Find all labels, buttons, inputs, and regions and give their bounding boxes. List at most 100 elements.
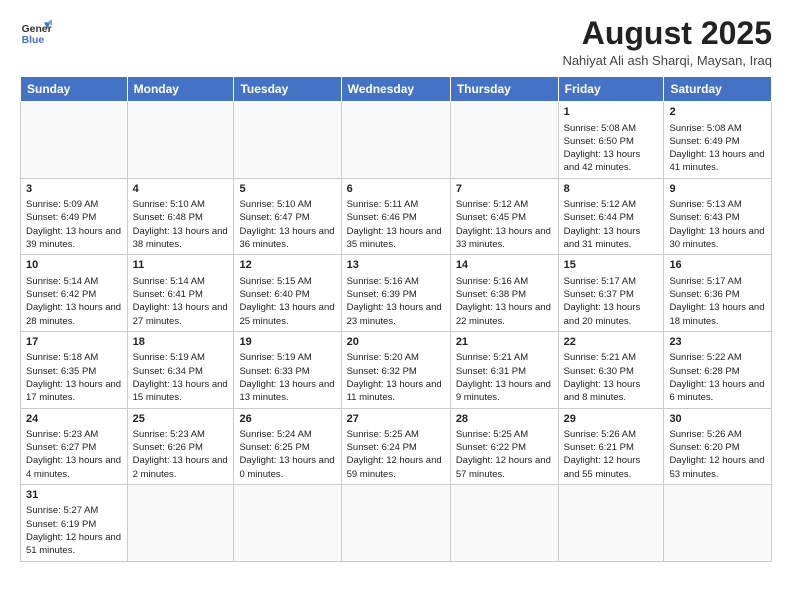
day-info: Sunrise: 5:09 AM <box>26 198 122 211</box>
calendar-cell: 6Sunrise: 5:11 AMSunset: 6:46 PMDaylight… <box>341 178 450 255</box>
day-number: 10 <box>26 258 122 273</box>
day-info: Sunset: 6:22 PM <box>456 441 553 454</box>
day-number: 27 <box>347 412 445 427</box>
calendar-cell: 22Sunrise: 5:21 AMSunset: 6:30 PMDayligh… <box>558 331 664 408</box>
day-number: 30 <box>669 412 766 427</box>
day-number: 31 <box>26 488 122 503</box>
day-info: Sunrise: 5:25 AM <box>347 428 445 441</box>
day-info: Daylight: 13 hours and 0 minutes. <box>239 454 335 481</box>
svg-text:Blue: Blue <box>22 35 45 46</box>
day-info: Sunset: 6:40 PM <box>239 288 335 301</box>
day-info: Sunrise: 5:10 AM <box>133 198 229 211</box>
day-number: 7 <box>456 182 553 197</box>
day-number: 17 <box>26 335 122 350</box>
day-number: 24 <box>26 412 122 427</box>
day-info: Daylight: 13 hours and 30 minutes. <box>669 225 766 252</box>
day-number: 21 <box>456 335 553 350</box>
day-info: Sunset: 6:35 PM <box>26 365 122 378</box>
day-info: Daylight: 13 hours and 41 minutes. <box>669 148 766 175</box>
day-number: 1 <box>564 105 659 120</box>
header-row: SundayMondayTuesdayWednesdayThursdayFrid… <box>21 77 772 102</box>
day-info: Daylight: 12 hours and 59 minutes. <box>347 454 445 481</box>
week-row-6: 31Sunrise: 5:27 AMSunset: 6:19 PMDayligh… <box>21 485 772 562</box>
day-number: 29 <box>564 412 659 427</box>
calendar-cell: 10Sunrise: 5:14 AMSunset: 6:42 PMDayligh… <box>21 255 128 332</box>
day-info: Sunset: 6:26 PM <box>133 441 229 454</box>
day-info: Daylight: 12 hours and 57 minutes. <box>456 454 553 481</box>
day-info: Daylight: 13 hours and 28 minutes. <box>26 301 122 328</box>
calendar-cell: 16Sunrise: 5:17 AMSunset: 6:36 PMDayligh… <box>664 255 772 332</box>
calendar-cell: 4Sunrise: 5:10 AMSunset: 6:48 PMDaylight… <box>127 178 234 255</box>
day-info: Sunrise: 5:21 AM <box>456 351 553 364</box>
day-info: Sunset: 6:49 PM <box>669 135 766 148</box>
day-info: Daylight: 13 hours and 18 minutes. <box>669 301 766 328</box>
calendar-cell: 14Sunrise: 5:16 AMSunset: 6:38 PMDayligh… <box>450 255 558 332</box>
calendar-cell: 13Sunrise: 5:16 AMSunset: 6:39 PMDayligh… <box>341 255 450 332</box>
day-info: Sunset: 6:27 PM <box>26 441 122 454</box>
day-info: Sunset: 6:44 PM <box>564 211 659 224</box>
day-number: 5 <box>239 182 335 197</box>
day-number: 13 <box>347 258 445 273</box>
day-info: Daylight: 12 hours and 55 minutes. <box>564 454 659 481</box>
day-info: Daylight: 12 hours and 51 minutes. <box>26 531 122 558</box>
day-info: Sunset: 6:32 PM <box>347 365 445 378</box>
calendar-cell: 26Sunrise: 5:24 AMSunset: 6:25 PMDayligh… <box>234 408 341 485</box>
calendar-cell: 9Sunrise: 5:13 AMSunset: 6:43 PMDaylight… <box>664 178 772 255</box>
day-info: Sunset: 6:37 PM <box>564 288 659 301</box>
day-info: Sunrise: 5:16 AM <box>456 275 553 288</box>
day-number: 16 <box>669 258 766 273</box>
calendar-cell: 28Sunrise: 5:25 AMSunset: 6:22 PMDayligh… <box>450 408 558 485</box>
calendar-cell: 3Sunrise: 5:09 AMSunset: 6:49 PMDaylight… <box>21 178 128 255</box>
calendar-table: SundayMondayTuesdayWednesdayThursdayFrid… <box>20 76 772 561</box>
day-info: Daylight: 13 hours and 15 minutes. <box>133 378 229 405</box>
day-info: Sunset: 6:28 PM <box>669 365 766 378</box>
day-info: Sunrise: 5:08 AM <box>564 122 659 135</box>
col-header-monday: Monday <box>127 77 234 102</box>
logo-icon: General Blue <box>20 16 52 48</box>
calendar-cell: 2Sunrise: 5:08 AMSunset: 6:49 PMDaylight… <box>664 102 772 179</box>
day-info: Daylight: 13 hours and 20 minutes. <box>564 301 659 328</box>
day-info: Sunrise: 5:12 AM <box>456 198 553 211</box>
day-info: Sunrise: 5:23 AM <box>133 428 229 441</box>
day-number: 26 <box>239 412 335 427</box>
day-info: Sunrise: 5:19 AM <box>239 351 335 364</box>
day-info: Sunset: 6:45 PM <box>456 211 553 224</box>
day-number: 20 <box>347 335 445 350</box>
calendar-cell: 5Sunrise: 5:10 AMSunset: 6:47 PMDaylight… <box>234 178 341 255</box>
day-info: Daylight: 13 hours and 25 minutes. <box>239 301 335 328</box>
day-info: Sunrise: 5:18 AM <box>26 351 122 364</box>
day-info: Sunset: 6:36 PM <box>669 288 766 301</box>
day-number: 19 <box>239 335 335 350</box>
day-info: Sunrise: 5:11 AM <box>347 198 445 211</box>
day-info: Daylight: 13 hours and 42 minutes. <box>564 148 659 175</box>
day-info: Daylight: 13 hours and 2 minutes. <box>133 454 229 481</box>
week-row-4: 17Sunrise: 5:18 AMSunset: 6:35 PM Dayligh… <box>21 331 772 408</box>
calendar-subtitle: Nahiyat Ali ash Sharqi, Maysan, Iraq <box>562 53 772 68</box>
day-number: 18 <box>133 335 229 350</box>
day-info: Sunset: 6:34 PM <box>133 365 229 378</box>
calendar-cell <box>341 485 450 562</box>
calendar-cell: 31Sunrise: 5:27 AMSunset: 6:19 PMDayligh… <box>21 485 128 562</box>
day-info: Daylight: 13 hours and 31 minutes. <box>564 225 659 252</box>
day-number: 3 <box>26 182 122 197</box>
calendar-cell: 7Sunrise: 5:12 AMSunset: 6:45 PMDaylight… <box>450 178 558 255</box>
page: General Blue August 2025 Nahiyat Ali ash… <box>0 0 792 572</box>
day-info: Sunrise: 5:23 AM <box>26 428 122 441</box>
day-number: 8 <box>564 182 659 197</box>
day-info: Sunset: 6:30 PM <box>564 365 659 378</box>
calendar-cell <box>234 102 341 179</box>
calendar-cell: 17Sunrise: 5:18 AMSunset: 6:35 PMDayligh… <box>21 331 128 408</box>
week-row-5: 24Sunrise: 5:23 AMSunset: 6:27 PMDayligh… <box>21 408 772 485</box>
week-row-3: 10Sunrise: 5:14 AMSunset: 6:42 PMDayligh… <box>21 255 772 332</box>
day-number: 6 <box>347 182 445 197</box>
calendar-cell <box>21 102 128 179</box>
day-number: 4 <box>133 182 229 197</box>
calendar-cell <box>127 102 234 179</box>
day-info: Sunrise: 5:14 AM <box>26 275 122 288</box>
day-info: Daylight: 13 hours and 8 minutes. <box>564 378 659 405</box>
calendar-cell: 8Sunrise: 5:12 AMSunset: 6:44 PMDaylight… <box>558 178 664 255</box>
day-info: Sunrise: 5:13 AM <box>669 198 766 211</box>
day-info: Daylight: 13 hours and 27 minutes. <box>133 301 229 328</box>
day-info: Sunset: 6:21 PM <box>564 441 659 454</box>
calendar-cell <box>558 485 664 562</box>
